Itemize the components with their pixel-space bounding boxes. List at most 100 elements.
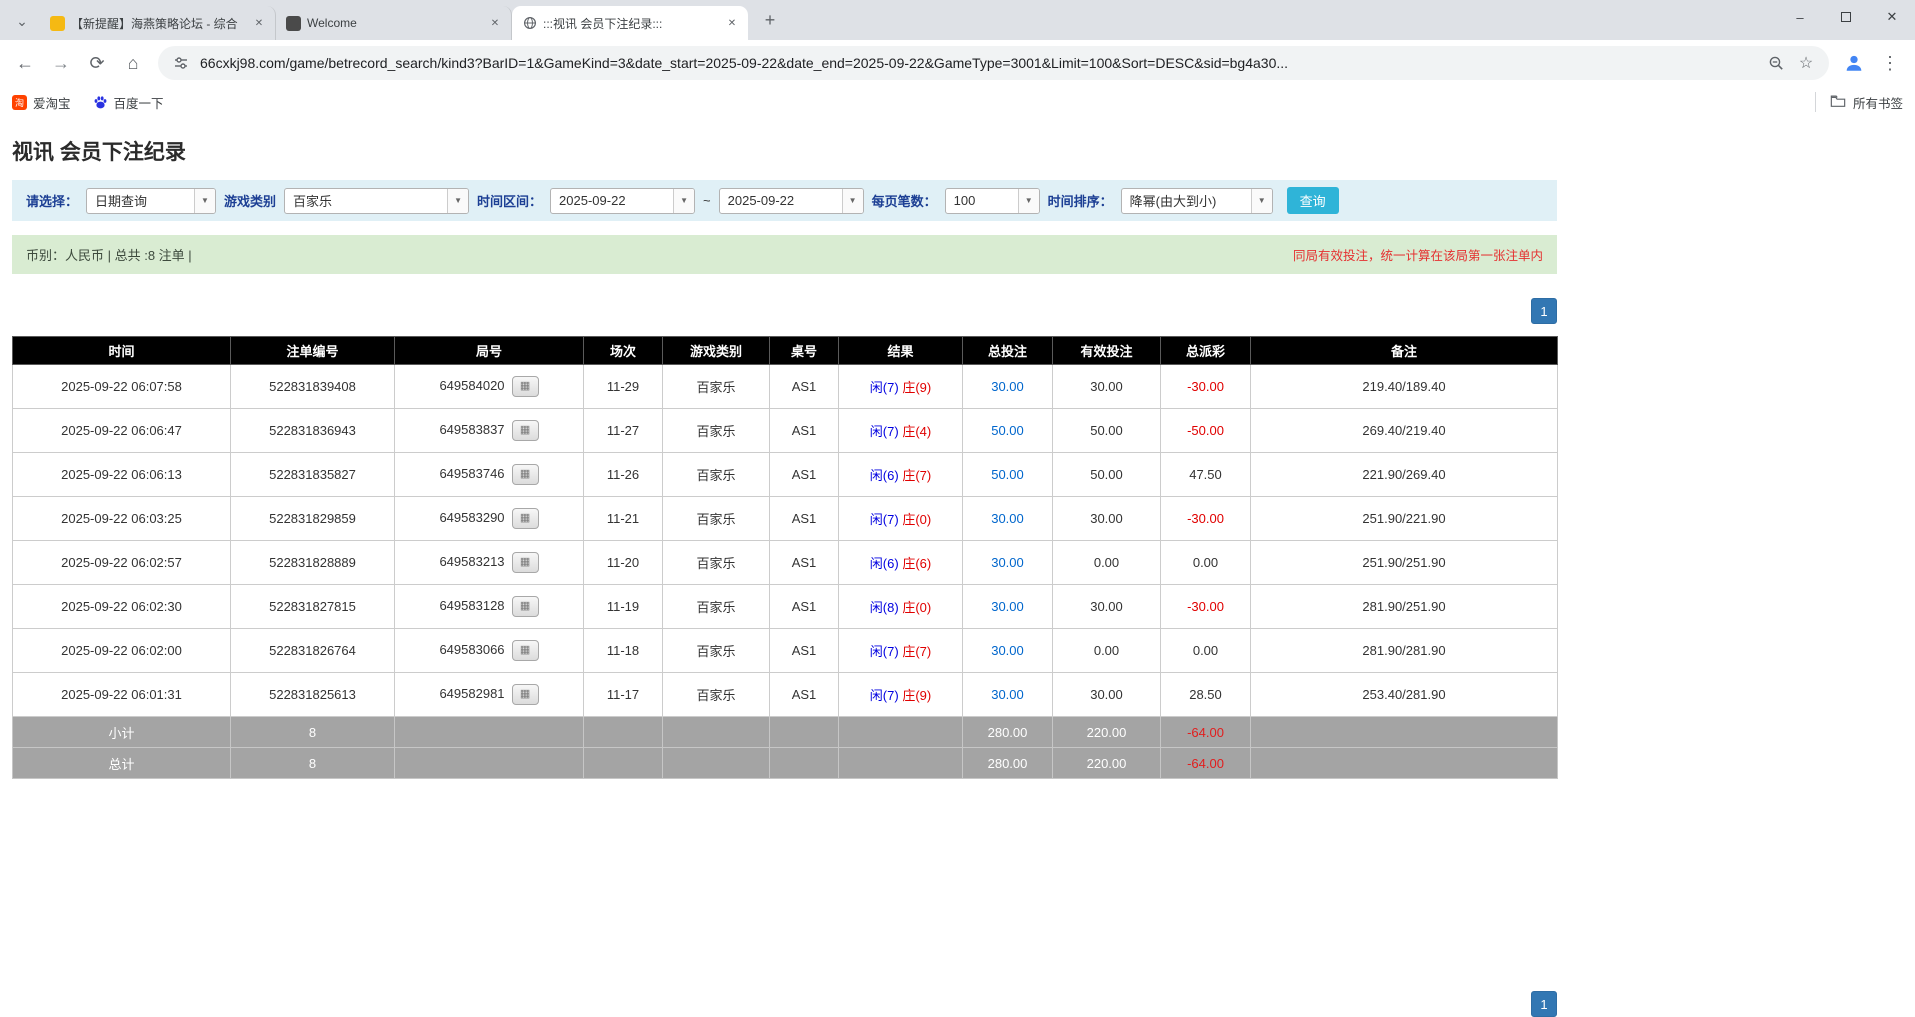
roadmap-button[interactable]: ▦ <box>512 640 539 661</box>
roadmap-button[interactable]: ▦ <box>512 684 539 705</box>
home-button[interactable]: ⌂ <box>116 46 150 80</box>
per-page-value: 100 <box>946 189 1018 213</box>
minimize-button[interactable]: – <box>1777 0 1823 34</box>
round-number: 649584020 <box>439 378 504 393</box>
url-text[interactable]: 66cxkj98.com/game/betrecord_search/kind3… <box>200 55 1757 71</box>
zoom-icon[interactable] <box>1765 52 1787 74</box>
browser-tab-betrecord-active[interactable]: :::视讯 会员下注纪录::: ✕ <box>512 6 748 40</box>
cell-remark: 251.90/221.90 <box>1251 497 1558 541</box>
date-start-dropdown[interactable]: 2025-09-22 ▼ <box>550 188 695 214</box>
round-number: 649583837 <box>439 422 504 437</box>
result-player: 闲(7) <box>870 424 899 439</box>
cell-total-bet[interactable]: 30.00 <box>963 365 1053 409</box>
cell-total-bet[interactable]: 30.00 <box>963 629 1053 673</box>
cell-time: 2025-09-22 06:02:57 <box>13 541 231 585</box>
roadmap-button[interactable]: ▦ <box>512 552 539 573</box>
cell-bet-id: 522831826764 <box>231 629 395 673</box>
cell-total-bet[interactable]: 30.00 <box>963 585 1053 629</box>
profile-avatar-icon[interactable] <box>1837 46 1871 80</box>
reload-button[interactable]: ⟳ <box>80 46 114 80</box>
cell-table-no: AS1 <box>770 629 839 673</box>
tab-close-icon[interactable]: ✕ <box>251 15 267 31</box>
cell-time: 2025-09-22 06:01:31 <box>13 673 231 717</box>
cell-valid-bet: 0.00 <box>1053 541 1161 585</box>
table-row: 2025-09-22 06:07:58 522831839408 6495840… <box>13 365 1558 409</box>
forum-favicon-icon <box>50 16 65 31</box>
sort-order-dropdown[interactable]: 降幂(由大到小) ▼ <box>1121 188 1273 214</box>
page-1-button[interactable]: 1 <box>1531 298 1557 324</box>
bookmark-taobao[interactable]: 淘 爱淘宝 <box>12 93 71 112</box>
forward-button[interactable]: → <box>44 46 78 80</box>
roadmap-button[interactable]: ▦ <box>512 420 539 441</box>
cell-game-type: 百家乐 <box>663 453 770 497</box>
cell-table-no: AS1 <box>770 365 839 409</box>
per-page-dropdown[interactable]: 100 ▼ <box>945 188 1040 214</box>
tab-search-chevron-icon[interactable]: ⌄ <box>8 7 36 35</box>
cell-time: 2025-09-22 06:07:58 <box>13 365 231 409</box>
chevron-down-icon[interactable]: ▼ <box>1018 189 1039 213</box>
maximize-button[interactable] <box>1823 0 1869 34</box>
header-total-bet: 总投注 <box>963 337 1053 365</box>
chevron-down-icon[interactable]: ▼ <box>447 189 468 213</box>
all-bookmarks[interactable]: 所有书签 <box>1815 92 1903 112</box>
game-type-value: 百家乐 <box>285 189 447 213</box>
tab-close-icon[interactable]: ✕ <box>487 15 503 31</box>
roadmap-button[interactable]: ▦ <box>512 464 539 485</box>
cell-time: 2025-09-22 06:02:00 <box>13 629 231 673</box>
site-settings-icon[interactable] <box>170 52 192 74</box>
chevron-down-icon[interactable]: ▼ <box>673 189 694 213</box>
browser-menu-icon[interactable]: ⋮ <box>1873 46 1907 80</box>
subtotal-total-bet: 280.00 <box>963 717 1053 748</box>
select-mode-dropdown[interactable]: 日期查询 ▼ <box>86 188 216 214</box>
cell-payout: -30.00 <box>1161 365 1251 409</box>
round-number: 649583746 <box>439 466 504 481</box>
cell-round: 649582981 ▦ <box>395 673 584 717</box>
page-1-button[interactable]: 1 <box>1531 991 1557 1017</box>
summary-empty-cell <box>663 748 770 779</box>
roadmap-button[interactable]: ▦ <box>512 376 539 397</box>
tab-strip: ⌄ 【新提醒】海燕策略论坛 - 综合 ✕ Welcome ✕ :::视讯 会员下… <box>0 0 1777 40</box>
grand-total-label: 总计 <box>13 748 231 779</box>
cell-payout: 28.50 <box>1161 673 1251 717</box>
bookmark-star-icon[interactable]: ☆ <box>1795 52 1817 74</box>
address-bar[interactable]: 66cxkj98.com/game/betrecord_search/kind3… <box>158 46 1829 80</box>
cell-total-bet[interactable]: 50.00 <box>963 453 1053 497</box>
close-button[interactable]: ✕ <box>1869 0 1915 34</box>
roadmap-icon: ▦ <box>520 380 530 392</box>
cell-time: 2025-09-22 06:06:13 <box>13 453 231 497</box>
new-tab-button[interactable]: + <box>756 6 784 34</box>
browser-tab-welcome[interactable]: Welcome ✕ <box>276 6 512 40</box>
chevron-down-icon[interactable]: ▼ <box>842 189 863 213</box>
bookmark-baidu[interactable]: 百度一下 <box>93 93 164 112</box>
game-type-dropdown[interactable]: 百家乐 ▼ <box>284 188 469 214</box>
cell-total-bet[interactable]: 30.00 <box>963 673 1053 717</box>
cell-payout: 0.00 <box>1161 629 1251 673</box>
cell-remark: 251.90/251.90 <box>1251 541 1558 585</box>
roadmap-button[interactable]: ▦ <box>512 596 539 617</box>
browser-tab-forum[interactable]: 【新提醒】海燕策略论坛 - 综合 ✕ <box>40 6 276 40</box>
tab-close-icon[interactable]: ✕ <box>724 15 740 31</box>
cell-game-type: 百家乐 <box>663 365 770 409</box>
roadmap-button[interactable]: ▦ <box>512 508 539 529</box>
cell-total-bet[interactable]: 30.00 <box>963 497 1053 541</box>
table-body: 2025-09-22 06:07:58 522831839408 6495840… <box>13 365 1558 717</box>
chevron-down-icon[interactable]: ▼ <box>1251 189 1272 213</box>
result-player: 闲(7) <box>870 644 899 659</box>
round-number: 649582981 <box>439 686 504 701</box>
all-bookmarks-label: 所有书签 <box>1853 93 1903 112</box>
cell-total-bet[interactable]: 30.00 <box>963 541 1053 585</box>
cell-result: 闲(6) 庄(6) <box>839 541 963 585</box>
search-button[interactable]: 查询 <box>1287 187 1339 214</box>
table-row: 2025-09-22 06:06:13 522831835827 6495837… <box>13 453 1558 497</box>
back-button[interactable]: ← <box>8 46 42 80</box>
currency-total-text: 币别：人民币 | 总共 :8 注单 | <box>26 245 192 264</box>
date-end-dropdown[interactable]: 2025-09-22 ▼ <box>719 188 864 214</box>
header-session: 场次 <box>584 337 663 365</box>
result-banker: 庄(0) <box>902 600 931 615</box>
tab-title: 【新提醒】海燕策略论坛 - 综合 <box>71 15 245 32</box>
cell-session: 11-21 <box>584 497 663 541</box>
chevron-down-icon[interactable]: ▼ <box>194 189 215 213</box>
cell-round: 649583128▦ <box>395 585 584 629</box>
cell-round: 649584020 ▦ <box>395 365 584 409</box>
cell-total-bet[interactable]: 50.00 <box>963 409 1053 453</box>
